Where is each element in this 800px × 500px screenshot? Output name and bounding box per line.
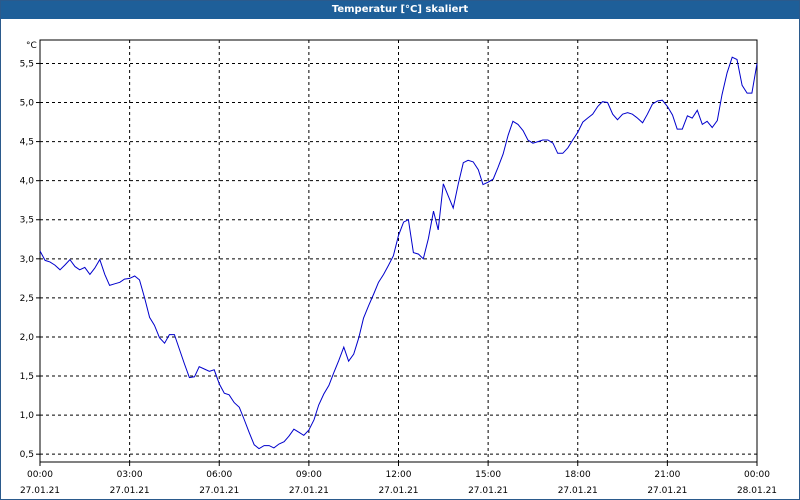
y-tick-label: 3,5: [20, 216, 34, 226]
x-tick-date-label: 28.01.21: [737, 486, 777, 496]
x-tick-time-label: 09:00: [296, 470, 322, 480]
y-tick-label: 1,5: [20, 372, 34, 382]
x-tick-time-label: 03:00: [117, 470, 143, 480]
x-tick-date-label: 27.01.21: [199, 486, 239, 496]
y-tick-label: 0,5: [20, 450, 34, 460]
x-tick-date-label: 27.01.21: [468, 486, 508, 496]
y-tick-label: 4,5: [20, 138, 34, 148]
x-tick-time-label: 21:00: [654, 470, 680, 480]
x-tick-date-label: 27.01.21: [289, 486, 329, 496]
y-tick-label: 3,0: [20, 255, 35, 265]
temperature-chart: 0,5 1,0 1,5 2,0 2,5 3,0 3,5 4,0 4,5 5,0 5,5 00:00 2…: [20, 39, 777, 496]
y-tick-label: 2,0: [20, 333, 35, 343]
y-axis-ticks: 0,5 1,0 1,5 2,0 2,5 3,0 3,5 4,0 4,5 5,0 5,5: [20, 59, 40, 460]
y-tick-label: 2,5: [20, 294, 34, 304]
x-tick-date-label: 27.01.21: [110, 486, 150, 496]
y-tick-label: 1,0: [20, 411, 35, 421]
x-tick-time-label: 12:00: [386, 470, 412, 480]
x-tick-date-label: 27.01.21: [647, 486, 687, 496]
x-tick-time-label: 18:00: [565, 470, 591, 480]
x-tick-time-label: 15:00: [475, 470, 501, 480]
x-tick-time-label: 00:00: [27, 470, 53, 480]
x-tick-time-label: 00:00: [744, 470, 770, 480]
x-tick-time-label: 06:00: [206, 470, 232, 480]
x-tick-date-label: 27.01.21: [378, 486, 418, 496]
y-axis-unit-label: °C: [26, 41, 37, 51]
x-tick-date-label: 27.01.21: [20, 486, 60, 496]
x-axis-ticks: 00:00 27.01.21 03:00 27.01.21 06:00 27.01.21 0…: [20, 462, 777, 496]
y-tick-label: 4,0: [20, 177, 35, 187]
x-tick-date-label: 27.01.21: [558, 486, 598, 496]
y-tick-label: 5,0: [20, 99, 35, 109]
y-tick-label: 5,5: [20, 59, 34, 69]
